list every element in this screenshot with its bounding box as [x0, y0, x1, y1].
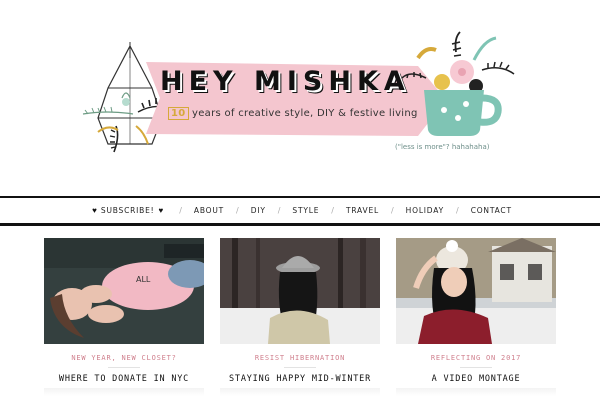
main-navigation: ♥ SUBSCRIBE! ♥ / ABOUT / DIY / STYLE / T…	[0, 196, 600, 226]
post-category[interactable]: REFLECTING ON 2017	[396, 354, 556, 362]
nav-separator: /	[236, 206, 239, 215]
divider	[284, 367, 316, 368]
site-header: HEY MISHKA 10 years of creative style, D…	[0, 0, 600, 196]
nav-item-diy[interactable]: DIY	[251, 206, 266, 215]
divider	[108, 367, 140, 368]
tagline-text: years of creative style, DIY & festive l…	[188, 108, 418, 119]
card-shadow	[220, 388, 380, 396]
nav-separator: /	[179, 206, 182, 215]
post-title[interactable]: A VIDEO MONTAGE	[396, 374, 556, 384]
nav-separator: /	[277, 206, 281, 215]
post-thumbnail[interactable]	[396, 238, 556, 344]
header-subnote: ("less is more"? hahahaha)	[395, 143, 490, 151]
post-thumbnail[interactable]: ALL	[44, 238, 204, 344]
heart-icon: ♥	[92, 206, 97, 215]
tagline-number: 10	[168, 107, 189, 120]
nav-item-holiday[interactable]: HOLIDAY	[406, 206, 444, 215]
post-category[interactable]: NEW YEAR, NEW CLOSET?	[44, 354, 204, 362]
mug-bouquet-illustration	[401, 31, 515, 136]
card-shadow	[396, 388, 556, 396]
post-card[interactable]: ALL NEW YEAR, NEW CLOSET? WHERE TO DONAT…	[44, 238, 204, 396]
nav-item-contact[interactable]: CONTACT	[471, 206, 512, 215]
post-card[interactable]: RESIST HIBERNATION STAYING HAPPY MID-WIN…	[220, 238, 380, 396]
nav-item-travel[interactable]: TRAVEL	[346, 206, 379, 215]
nav-separator: /	[331, 206, 334, 215]
nav-item-subscribe[interactable]: SUBSCRIBE!	[101, 206, 155, 215]
post-category[interactable]: RESIST HIBERNATION	[220, 354, 380, 362]
card-shadow	[44, 388, 204, 396]
nav-item-style[interactable]: STYLE	[292, 206, 319, 215]
post-title[interactable]: STAYING HAPPY MID-WINTER	[220, 374, 380, 384]
heart-icon: ♥	[158, 206, 164, 215]
nav-separator: /	[390, 206, 394, 215]
nav-item-about[interactable]: ABOUT	[194, 206, 224, 215]
post-title[interactable]: WHERE TO DONATE IN NYC	[44, 374, 204, 384]
post-card[interactable]: REFLECTING ON 2017 A VIDEO MONTAGE	[396, 238, 556, 396]
nav-separator: /	[455, 206, 459, 215]
divider	[460, 367, 492, 368]
post-thumbnail[interactable]	[220, 238, 380, 344]
site-logo-title[interactable]: HEY MISHKA	[160, 66, 420, 97]
svg-text:ALL: ALL	[136, 275, 151, 284]
post-grid: ALL NEW YEAR, NEW CLOSET? WHERE TO DONAT…	[44, 238, 556, 400]
